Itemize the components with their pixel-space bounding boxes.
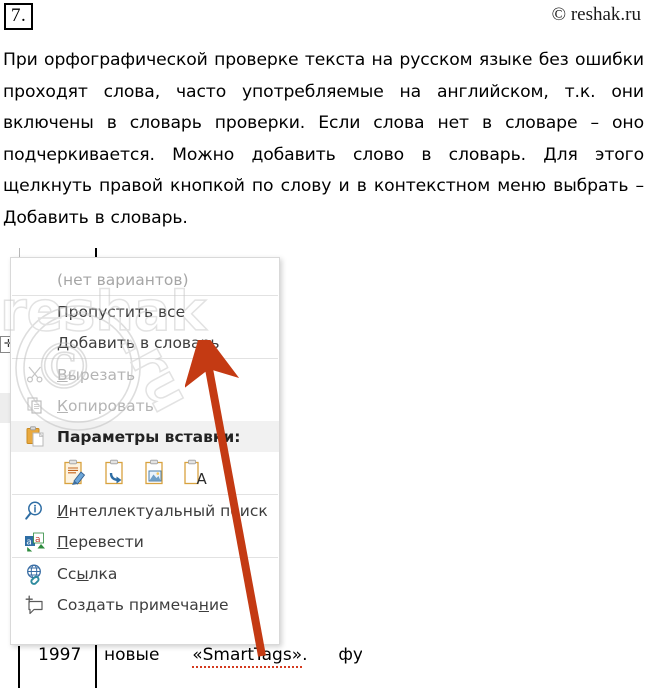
smart-lookup-icon [13,498,57,524]
new-comment-icon [13,592,57,618]
copy-icon [13,393,57,419]
svg-text:a: a [26,537,32,547]
menu-item-label: Интеллектуальный поиск [57,501,268,520]
menu-item-label: (нет вариантов) [57,270,189,289]
menu-item-label: Параметры вставки: [57,427,241,446]
row-word: новые [104,645,160,665]
menu-item-link[interactable]: Ссылка [11,558,279,589]
menu-item-translate[interactable]: a а Перевести [11,526,279,557]
menu-item-cut: Вырезать [11,359,279,390]
menu-item-no-suggestions: (нет вариантов) [11,264,279,295]
menu-item-copy: Копировать [11,390,279,421]
menu-item-paste-options[interactable]: Параметры вставки: [11,421,279,452]
menu-item-label: Ссылка [57,564,118,583]
menu-item-label: Копировать [57,396,154,415]
menu-item-add-to-dictionary[interactable]: Добавить в словарь [11,327,279,358]
menu-item-ignore-all[interactable]: Пропустить все [11,296,279,327]
menu-item-label: Вырезать [57,365,136,384]
row-period: . [302,645,308,665]
spacer-icon [13,267,57,293]
menu-item-label: Перевести [57,532,144,551]
menu-item-label: Пропустить все [57,302,186,321]
context-menu[interactable]: (нет вариантов) Пропустить все Добавить … [10,257,280,645]
menu-item-label: Создать примечание [57,595,229,614]
task-number-badge: 7. [4,3,34,30]
menu-item-label: Добавить в словарь [57,333,220,352]
menu-item-smart-lookup[interactable]: Интеллектуальный поиск [11,495,279,526]
spacer-icon [13,299,57,325]
hyperlink-icon [13,561,57,587]
site-credit: © reshak.ru [551,4,641,25]
table-vertical-border-left [18,646,20,688]
clipboard-icon [13,424,57,450]
spacer-icon [13,330,57,356]
paste-option-merge-formatting-icon[interactable] [95,455,135,491]
paste-option-keep-source-formatting-icon[interactable] [55,455,95,491]
paste-option-keep-text-only-icon[interactable]: A [175,455,215,491]
svg-text:A: A [197,470,208,487]
paste-option-picture-icon[interactable] [135,455,175,491]
row-tail: фун [338,645,362,665]
paste-options-strip[interactable]: A [11,452,279,494]
menu-item-new-comment[interactable]: Создать примечание [11,589,279,620]
scissors-icon [13,362,57,388]
svg-text:а: а [35,534,41,544]
misspelled-word: «SmartTags» [192,645,303,668]
answer-paragraph: При орфографической проверке текста на р… [3,50,644,228]
translate-icon: a а [13,529,57,555]
